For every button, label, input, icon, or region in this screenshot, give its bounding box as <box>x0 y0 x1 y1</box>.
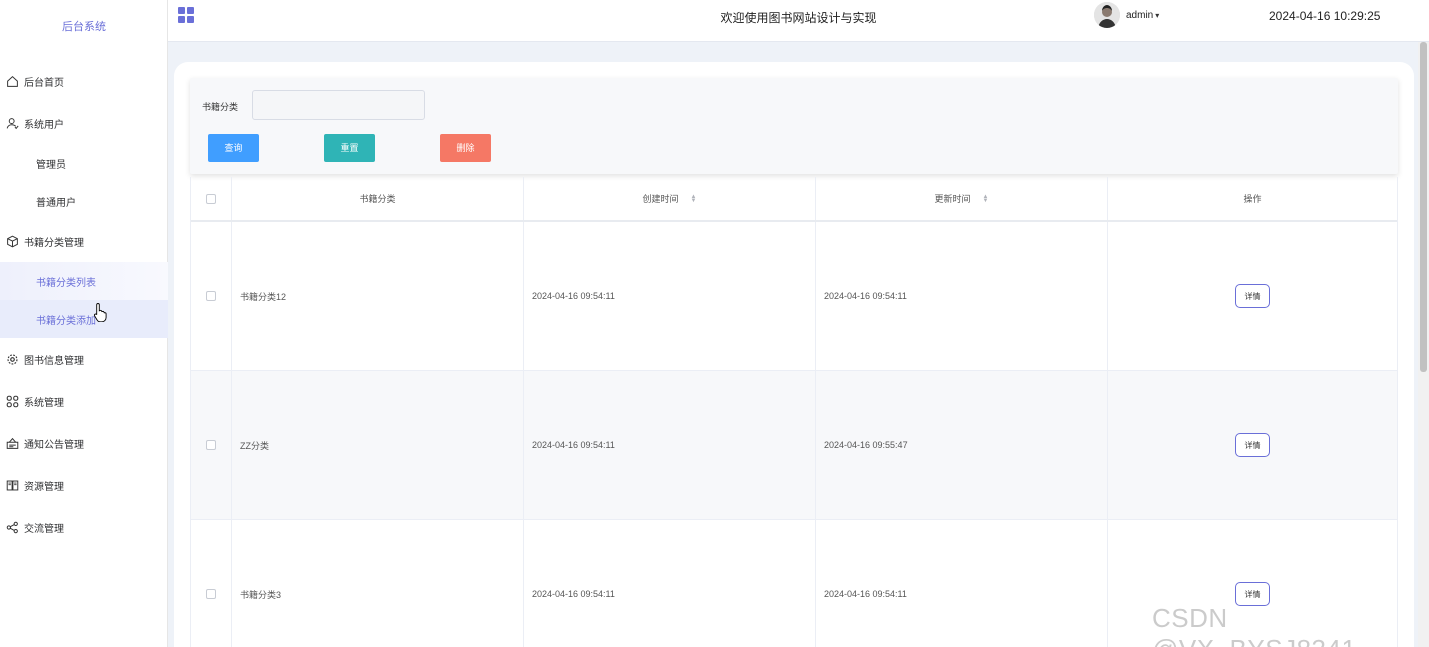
announcement-icon <box>5 436 19 450</box>
table-row: 书籍分类12 2024-04-16 09:54:11 2024-04-16 09… <box>191 222 1397 371</box>
top-header: 欢迎使用图书网站设计与实现 admin ▾ 2024-04-16 10:29:2… <box>168 0 1429 42</box>
delete-button[interactable]: 删除 <box>440 134 491 162</box>
app-logo-text: 后台系统 <box>62 21 106 33</box>
sidebar-item-category-add[interactable]: 书籍分类添加 <box>0 300 168 338</box>
sidebar-item-category-list[interactable]: 书籍分类列表 <box>0 262 168 300</box>
user-menu[interactable]: admin ▾ <box>1094 0 1159 30</box>
chevron-down-icon: ▾ <box>1155 10 1160 20</box>
row-checkbox-cell <box>191 371 232 519</box>
collapse-menu-icon[interactable] <box>178 7 194 23</box>
username: admin <box>1126 9 1154 21</box>
scrollbar-thumb[interactable] <box>1420 42 1427 372</box>
cell-category: 书籍分类3 <box>232 520 524 647</box>
sidebar-item-label: 系统管理 <box>24 397 64 409</box>
book-icon <box>5 478 19 492</box>
sort-icon[interactable]: ▲ ▼ <box>983 194 989 204</box>
hand-cursor-icon <box>93 303 107 322</box>
sidebar-item-label: 资源管理 <box>24 481 64 493</box>
current-datetime: 2024-04-16 10:29:25 <box>1269 9 1381 23</box>
column-label: 更新时间 <box>934 194 971 204</box>
column-header-created[interactable]: 创建时间 ▲ ▼ <box>524 177 816 220</box>
sort-icon[interactable]: ▲ ▼ <box>691 194 697 204</box>
sidebar-item-label: 图书信息管理 <box>24 355 84 367</box>
sidebar-item-resources[interactable]: 资源管理 <box>0 464 168 506</box>
row-checkbox[interactable] <box>206 440 216 450</box>
column-header-updated[interactable]: 更新时间 ▲ ▼ <box>816 177 1108 220</box>
sidebar-item-label: 系统用户 <box>24 119 64 131</box>
cell-updated: 2024-04-16 09:54:11 <box>816 222 1108 370</box>
cell-updated: 2024-04-16 09:54:11 <box>816 520 1108 647</box>
cell-actions: 详情 <box>1108 371 1397 519</box>
home-icon <box>5 74 19 88</box>
row-checkbox[interactable] <box>206 589 216 599</box>
select-all-cell <box>191 177 232 220</box>
cell-updated: 2024-04-16 09:55:47 <box>816 371 1108 519</box>
sidebar-item-admins[interactable]: 管理员 <box>0 144 168 182</box>
page-scrollbar[interactable] <box>1418 42 1429 647</box>
sidebar-item-normal-users[interactable]: 普通用户 <box>0 182 168 220</box>
select-all-checkbox[interactable] <box>206 193 216 204</box>
gear-icon <box>5 352 19 366</box>
sidebar-item-label: 通知公告管理 <box>24 439 84 451</box>
watermark: CSDN @VX_BYSJ8341 <box>1152 603 1356 647</box>
column-header-actions: 操作 <box>1108 177 1397 220</box>
table-row: ZZ分类 2024-04-16 09:54:11 2024-04-16 09:5… <box>191 371 1397 520</box>
reset-button[interactable]: 重置 <box>324 134 375 162</box>
row-checkbox[interactable] <box>206 291 216 301</box>
avatar <box>1094 2 1120 28</box>
sidebar-item-system-management[interactable]: 系统管理 <box>0 380 168 422</box>
apps-icon <box>5 394 19 408</box>
cell-category: ZZ分类 <box>232 371 524 519</box>
row-checkbox-cell <box>191 222 232 370</box>
user-icon <box>5 116 19 130</box>
detail-button[interactable]: 详情 <box>1235 433 1270 457</box>
sidebar-item-announcements[interactable]: 通知公告管理 <box>0 422 168 464</box>
table-header: 书籍分类 创建时间 ▲ ▼ 更新时间 ▲ ▼ 操作 <box>191 177 1397 222</box>
sidebar-menu: 后台首页 系统用户 管理员 普通用户 书籍分类管理 书籍分类列表 书籍分类添加 … <box>0 60 168 548</box>
column-label: 创建时间 <box>642 194 679 204</box>
cell-created: 2024-04-16 09:54:11 <box>524 520 816 647</box>
main-content: 书籍分类 查询 重置 删除 书籍分类 创建时间 ▲ ▼ 更新时间 ▲ ▼ 操作 书籍分类… <box>174 62 1414 647</box>
cell-actions: 详情 <box>1108 222 1397 370</box>
sidebar: 后台系统 后台首页 系统用户 管理员 普通用户 书籍分类管理 书籍分类列表 书籍… <box>0 0 168 647</box>
column-label: 操作 <box>1243 194 1262 204</box>
share-icon <box>5 520 19 534</box>
sidebar-item-label: 书籍分类管理 <box>24 237 84 249</box>
sidebar-item-home[interactable]: 后台首页 <box>0 60 168 102</box>
page-title: 欢迎使用图书网站设计与实现 <box>720 11 877 25</box>
cell-created: 2024-04-16 09:54:11 <box>524 371 816 519</box>
column-header-category: 书籍分类 <box>232 177 524 220</box>
sidebar-item-label: 交流管理 <box>24 523 64 535</box>
cell-created: 2024-04-16 09:54:11 <box>524 222 816 370</box>
category-table: 书籍分类 创建时间 ▲ ▼ 更新时间 ▲ ▼ 操作 书籍分类12 2024-04-16 … <box>190 177 1398 647</box>
cell-category: 书籍分类12 <box>232 222 524 370</box>
query-button[interactable]: 查询 <box>208 134 259 162</box>
sidebar-item-book-category[interactable]: 书籍分类管理 <box>0 220 168 262</box>
sidebar-item-communication[interactable]: 交流管理 <box>0 506 168 548</box>
category-search-input[interactable] <box>252 90 425 120</box>
cube-icon <box>5 234 19 248</box>
sidebar-item-label: 后台首页 <box>24 77 64 89</box>
search-panel: 书籍分类 查询 重置 删除 <box>190 78 1398 174</box>
detail-button[interactable]: 详情 <box>1235 284 1270 308</box>
column-label: 书籍分类 <box>359 194 396 204</box>
sidebar-item-system-users[interactable]: 系统用户 <box>0 102 168 144</box>
row-checkbox-cell <box>191 520 232 647</box>
search-label: 书籍分类 <box>202 102 239 112</box>
sidebar-item-book-info[interactable]: 图书信息管理 <box>0 338 168 380</box>
